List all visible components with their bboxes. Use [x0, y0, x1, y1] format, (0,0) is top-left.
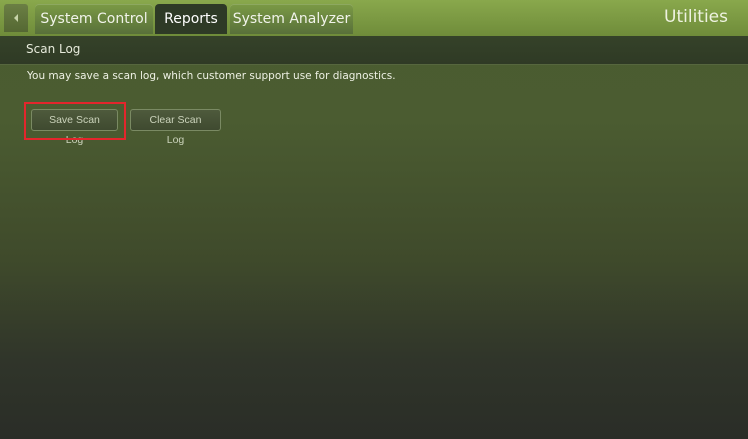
tab-reports[interactable]: Reports — [155, 4, 227, 34]
section-title: Scan Log — [26, 42, 81, 56]
back-button[interactable] — [4, 4, 28, 32]
clear-scan-log-button[interactable]: Clear Scan Log — [130, 109, 221, 146]
tab-system-analyzer[interactable]: System Analyzer — [230, 4, 353, 34]
tab-bar: System Control Reports System Analyzer U… — [0, 0, 748, 36]
save-scan-log-button[interactable]: Save Scan Log — [31, 109, 118, 146]
section-header: Scan Log — [0, 36, 748, 65]
scan-log-description: You may save a scan log, which customer … — [27, 70, 396, 82]
utilities-window: System Control Reports System Analyzer U… — [0, 0, 748, 439]
tab-system-control[interactable]: System Control — [35, 4, 153, 34]
app-title: Utilities — [664, 7, 728, 27]
chevron-left-icon — [14, 14, 18, 22]
